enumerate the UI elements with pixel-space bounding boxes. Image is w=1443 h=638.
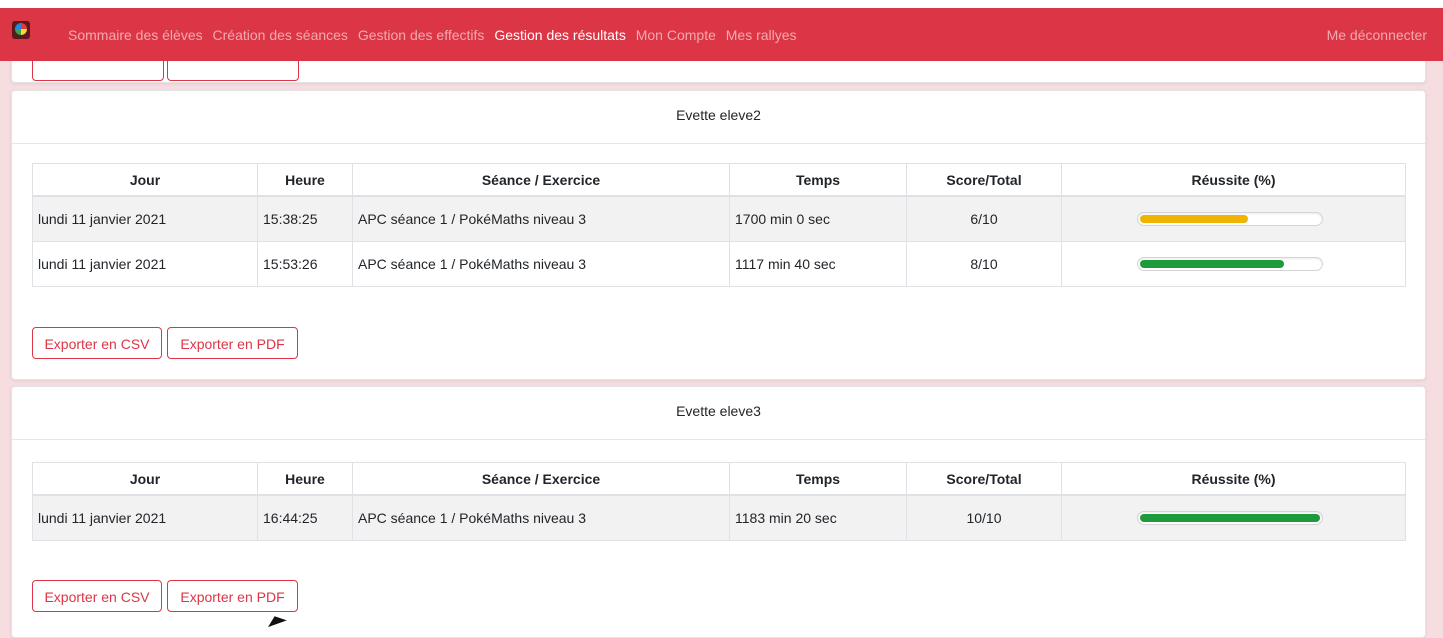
cell-reussite (1061, 241, 1406, 287)
col-header-reussite[interactable]: Réussite (%) (1061, 462, 1406, 496)
col-header-seance[interactable]: Séance / Exercice (352, 462, 730, 496)
nav-item-mon-compte[interactable]: Mon Compte (636, 27, 716, 43)
cell-exercice: APC séance 1 / PokéMaths niveau 3 (352, 241, 730, 287)
cell-jour: lundi 11 janvier 2021 (32, 241, 258, 287)
nav-item-gestion-resultats[interactable]: Gestion des résultats (494, 27, 626, 43)
progress-bar (1137, 511, 1323, 525)
cell-reussite (1061, 494, 1406, 541)
table-row: lundi 11 janvier 2021 15:53:26 APC séanc… (32, 241, 1406, 287)
table-header-row: Jour Heure Séance / Exercice Temps Score… (32, 163, 1406, 197)
col-header-temps[interactable]: Temps (729, 163, 907, 197)
progress-fill (1140, 260, 1284, 268)
cell-temps: 1183 min 20 sec (729, 494, 907, 541)
col-header-heure[interactable]: Heure (257, 163, 353, 197)
col-header-score[interactable]: Score/Total (906, 462, 1062, 496)
student-name: Evette eleve3 (12, 387, 1425, 440)
student-card: Evette eleve3 Jour Heure Séance / Exerci… (11, 386, 1426, 638)
col-header-seance[interactable]: Séance / Exercice (352, 163, 730, 197)
col-header-reussite[interactable]: Réussite (%) (1061, 163, 1406, 197)
export-pdf-button[interactable]: Exporter en PDF (167, 580, 298, 612)
col-header-heure[interactable]: Heure (257, 462, 353, 496)
cell-exercice: APC séance 1 / PokéMaths niveau 3 (352, 494, 730, 541)
nav-menu: Sommaire des élèves Création des séances… (68, 27, 803, 43)
nav-item-gestion-effectifs[interactable]: Gestion des effectifs (358, 27, 485, 43)
table-header-row: Jour Heure Séance / Exercice Temps Score… (32, 462, 1406, 496)
cell-heure: 16:44:25 (257, 494, 353, 541)
col-header-jour[interactable]: Jour (32, 462, 258, 496)
student-name: Evette eleve2 (12, 91, 1425, 144)
cell-jour: lundi 11 janvier 2021 (32, 195, 258, 242)
cell-jour: lundi 11 janvier 2021 (32, 494, 258, 541)
results-table: Jour Heure Séance / Exercice Temps Score… (32, 462, 1406, 541)
nav-item-creation-seances[interactable]: Création des séances (213, 27, 348, 43)
progress-bar (1137, 212, 1323, 226)
cell-heure: 15:53:26 (257, 241, 353, 287)
nav-item-mes-rallyes[interactable]: Mes rallyes (726, 27, 797, 43)
results-table: Jour Heure Séance / Exercice Temps Score… (32, 163, 1406, 287)
cell-score: 10/10 (906, 494, 1062, 541)
export-csv-button[interactable]: Exporter en CSV (32, 580, 162, 612)
cell-reussite (1061, 195, 1406, 242)
progress-bar (1137, 257, 1323, 271)
cell-exercice: APC séance 1 / PokéMaths niveau 3 (352, 195, 730, 242)
col-header-score[interactable]: Score/Total (906, 163, 1062, 197)
table-row: lundi 11 janvier 2021 16:44:25 APC séanc… (32, 494, 1406, 541)
cell-heure: 15:38:25 (257, 195, 353, 242)
cell-score: 8/10 (906, 241, 1062, 287)
top-strip (0, 0, 1443, 8)
export-pdf-button[interactable]: Exporter en PDF (167, 327, 298, 359)
export-csv-button[interactable]: Exporter en CSV (32, 327, 162, 359)
previous-student-card (11, 49, 1426, 83)
nav-item-sommaire-eleves[interactable]: Sommaire des élèves (68, 27, 203, 43)
logout-link[interactable]: Me déconnecter (1327, 27, 1427, 43)
cell-score: 6/10 (906, 195, 1062, 242)
progress-fill (1140, 514, 1320, 522)
cell-temps: 1117 min 40 sec (729, 241, 907, 287)
navbar: Sommaire des élèves Création des séances… (0, 8, 1443, 61)
student-card: Evette eleve2 Jour Heure Séance / Exerci… (11, 90, 1426, 380)
app-logo[interactable] (12, 21, 30, 39)
cell-temps: 1700 min 0 sec (729, 195, 907, 242)
col-header-jour[interactable]: Jour (32, 163, 258, 197)
col-header-temps[interactable]: Temps (729, 462, 907, 496)
table-row: lundi 11 janvier 2021 15:38:25 APC séanc… (32, 195, 1406, 242)
progress-fill (1140, 215, 1248, 223)
